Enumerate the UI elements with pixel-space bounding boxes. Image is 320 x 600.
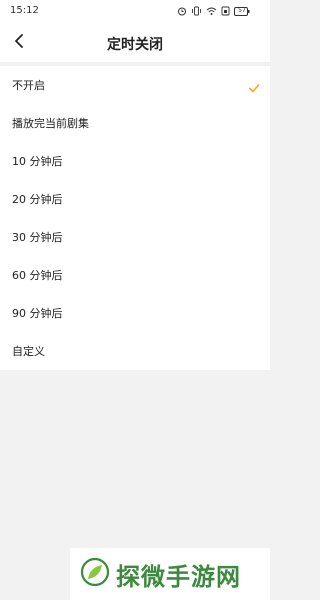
option-label: 20 分钟后 xyxy=(12,193,63,206)
option-20-min[interactable]: 20 分钟后 xyxy=(0,180,270,218)
alarm-icon xyxy=(177,6,187,16)
option-60-min[interactable]: 60 分钟后 xyxy=(0,256,270,294)
status-bar: 15:12 57 xyxy=(0,0,270,24)
timer-options-list: 不开启 播放完当前剧集 10 分钟后 20 分钟后 30 分钟后 60 分钟后 … xyxy=(0,66,270,370)
watermark-text: 探微手游网 xyxy=(116,562,241,591)
option-label: 不开启 xyxy=(12,79,45,92)
page-title: 定时关闭 xyxy=(107,37,163,53)
sim-icon xyxy=(221,6,230,16)
leaf-logo-icon xyxy=(80,557,110,591)
wifi-icon xyxy=(206,6,217,16)
option-label: 60 分钟后 xyxy=(12,269,63,282)
option-90-min[interactable]: 90 分钟后 xyxy=(0,294,270,332)
option-10-min[interactable]: 10 分钟后 xyxy=(0,142,270,180)
option-label: 30 分钟后 xyxy=(12,231,63,244)
status-icons: 57 xyxy=(177,5,262,17)
nav-bar: 定时关闭 xyxy=(0,24,270,62)
option-off[interactable]: 不开启 xyxy=(0,66,270,104)
watermark: 探微手游网 xyxy=(70,548,270,600)
option-label: 10 分钟后 xyxy=(12,155,63,168)
status-time: 15:12 xyxy=(10,5,39,16)
option-30-min[interactable]: 30 分钟后 xyxy=(0,218,270,256)
battery-icon: 57 xyxy=(234,6,262,16)
check-icon xyxy=(248,79,260,93)
option-label: 自定义 xyxy=(12,345,45,358)
option-label: 90 分钟后 xyxy=(12,307,63,320)
option-end-of-episode[interactable]: 播放完当前剧集 xyxy=(0,104,270,142)
vibrate-icon xyxy=(191,6,202,16)
option-custom[interactable]: 自定义 xyxy=(0,332,270,370)
battery-level: 57 xyxy=(238,7,246,14)
option-label: 播放完当前剧集 xyxy=(12,117,89,130)
